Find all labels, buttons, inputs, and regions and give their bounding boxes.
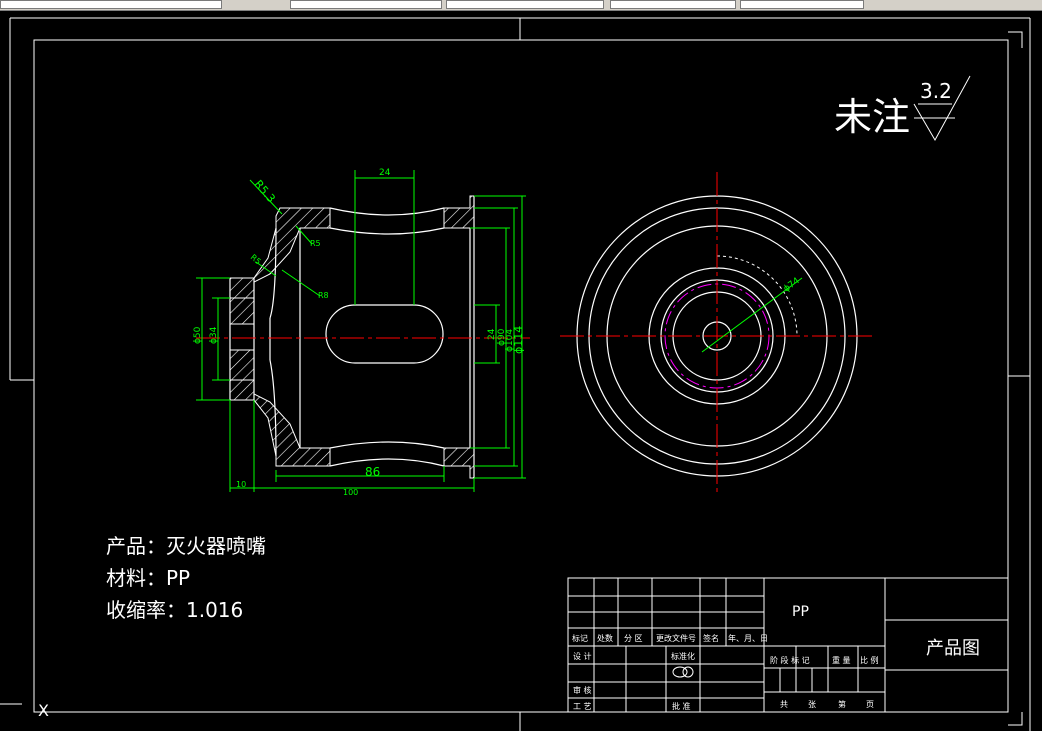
dim-r5-b: R5 (249, 253, 263, 267)
lbl-standardize: 标准化 (671, 651, 695, 661)
lbl-review: 审 核 (573, 685, 592, 695)
toolbar-combo-layer[interactable] (0, 0, 222, 9)
toolbar-combo-lineweight[interactable] (610, 0, 736, 9)
dim-r53: R5.3 (252, 178, 278, 206)
title-drawing-name: 产品图 (926, 638, 980, 659)
dim-phi50: ϕ50 (193, 326, 203, 344)
lbl-scale: 比 例 (860, 655, 879, 665)
dim-86: 86 (365, 465, 380, 479)
roughness-symbol: 未注 3.2 (834, 75, 971, 142)
dim-phi-circle: ϕ74 (782, 276, 802, 294)
lbl-approve: 批 准 (672, 701, 691, 711)
hdr-zone: 分 区 (624, 634, 643, 643)
ucs-x-label: X (38, 701, 49, 720)
dim-24-top: 24 (379, 168, 391, 178)
note-material: 材料：PP (106, 566, 191, 590)
dim-100: 100 (343, 488, 358, 497)
end-view: ϕ74 (560, 172, 874, 494)
toolbar-combo-color[interactable] (290, 0, 442, 9)
lbl-design: 设 计 (573, 651, 592, 661)
lbl-weight: 重 量 (832, 655, 851, 665)
hdr-date: 年、月、日 (728, 633, 768, 643)
surface-note-text: 未注 (834, 95, 910, 139)
dim-r8: R8 (318, 291, 329, 300)
lbl-page: 页 (866, 700, 874, 709)
note-product: 产品：灭火器喷嘴 (106, 534, 266, 558)
ucs-icon: X (0, 701, 49, 720)
hdr-change-doc: 更改文件号 (656, 633, 696, 643)
lbl-sheet-no: 第 (838, 699, 846, 709)
dim-phi114: ϕ114 (512, 326, 525, 354)
hdr-count: 处数 (597, 633, 613, 643)
toolbar-combo-plotstyle[interactable] (740, 0, 864, 9)
lbl-process: 工 艺 (573, 702, 592, 711)
dim-24-side: 24 (487, 328, 497, 340)
dim-r5-a: R5 (310, 239, 321, 248)
lbl-sheets: 张 (808, 700, 816, 709)
lbl-stage-mark: 阶 段 标 记 (770, 655, 810, 665)
roughness-value: 3.2 (920, 79, 952, 103)
toolbar-combo-linetype[interactable] (446, 0, 604, 9)
hdr-sign: 签名 (703, 633, 719, 643)
dim-10: 10 (236, 480, 246, 489)
lbl-total: 共 (780, 700, 788, 709)
title-material: PP (792, 604, 809, 620)
hdr-mark: 标记 (572, 633, 588, 643)
dim-phi34: ϕ34 (209, 326, 219, 344)
section-view (196, 195, 530, 479)
note-shrinkage: 收缩率：1.016 (106, 598, 244, 622)
